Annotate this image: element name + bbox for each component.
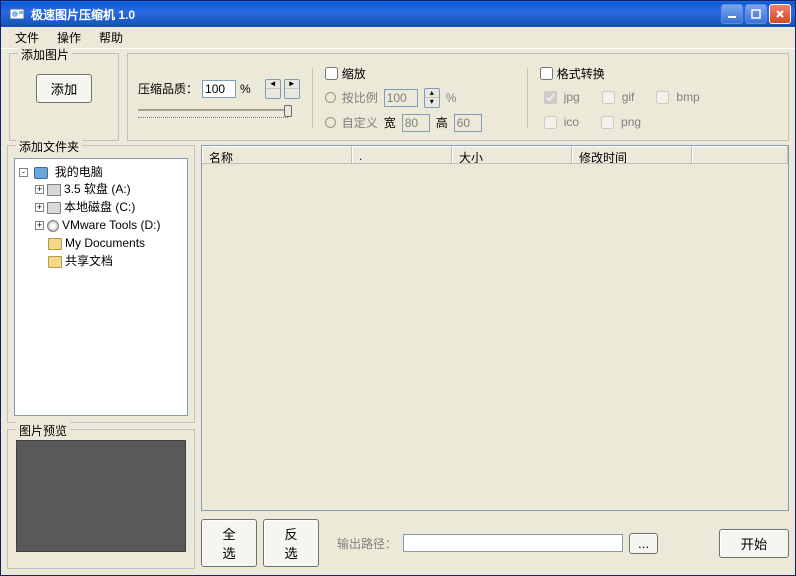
- maximize-button[interactable]: [745, 4, 767, 24]
- menu-action[interactable]: 操作: [49, 27, 89, 48]
- computer-icon: [34, 167, 48, 179]
- preview-group: 图片预览: [7, 429, 195, 569]
- minimize-button[interactable]: [721, 4, 743, 24]
- ratio-label: 按比例: [342, 89, 378, 106]
- bmp-option: bmp: [652, 88, 699, 107]
- scale-check-label: 缩放: [342, 65, 366, 82]
- folder-legend: 添加文件夹: [16, 138, 82, 155]
- tree-mydocs[interactable]: My Documents: [35, 234, 185, 252]
- list-header: 名称 . 大小 修改时间: [202, 146, 788, 164]
- separator: [312, 68, 313, 128]
- png-option: png: [597, 113, 641, 132]
- tree-localc[interactable]: +本地磁盘 (C:): [35, 198, 185, 216]
- app-icon: [9, 6, 25, 22]
- quality-percent: %: [240, 82, 251, 96]
- top-row: 添加图片 添加 压缩品质： % ◄ ▾: [7, 53, 789, 141]
- height-label: 高: [436, 114, 448, 131]
- scale-section: 缩放 按比例 ▴▾ % 自定义 宽 高: [325, 65, 515, 132]
- output-path-input[interactable]: [403, 534, 623, 552]
- expand-icon[interactable]: +: [35, 221, 44, 230]
- cd-icon: [47, 220, 59, 232]
- ratio-input: [384, 89, 418, 107]
- folder-icon: [48, 256, 62, 268]
- col-filler: [692, 146, 788, 163]
- tree-vm[interactable]: +VMware Tools (D:): [35, 216, 185, 234]
- menu-help[interactable]: 帮助: [91, 27, 131, 48]
- output-path-label: 输出路径：: [337, 535, 397, 552]
- collapse-icon[interactable]: -: [19, 168, 28, 177]
- scale-checkbox[interactable]: 缩放: [325, 65, 515, 82]
- tree-root[interactable]: - 我的电脑 +3.5 软盘 (A:) +本地磁盘 (C:) +VMware T…: [19, 163, 185, 271]
- slider-thumb[interactable]: [284, 105, 292, 117]
- ratio-spin: ▴▾: [424, 88, 440, 108]
- add-image-legend: 添加图片: [18, 46, 72, 63]
- custom-radio: [325, 117, 336, 128]
- quality-spin2[interactable]: ► ▾: [284, 79, 300, 99]
- folder-icon: [48, 238, 62, 250]
- quality-spin[interactable]: ◄ ▾: [265, 79, 281, 99]
- spin-left-icon[interactable]: ◄: [266, 80, 280, 89]
- folder-group: 添加文件夹 - 我的电脑 +3.5 软盘 (A:) +本地磁盘 (C:) +VM…: [7, 145, 195, 423]
- col-mtime[interactable]: 修改时间: [572, 146, 692, 163]
- bottom-bar: 全选 反选 输出路径： ... 开始: [201, 517, 789, 569]
- add-button[interactable]: 添加: [36, 74, 93, 103]
- separator2: [527, 68, 528, 128]
- select-all-button[interactable]: 全选: [201, 519, 257, 567]
- col-size[interactable]: 大小: [452, 146, 572, 163]
- spin-right-icon[interactable]: ►: [285, 80, 299, 89]
- jpg-option: jpg: [540, 88, 580, 107]
- ratio-percent: %: [446, 91, 457, 105]
- format-check-label: 格式转换: [557, 65, 605, 82]
- gif-option: gif: [598, 88, 635, 107]
- list-body[interactable]: [202, 164, 788, 510]
- width-input: [402, 114, 430, 132]
- quality-label: 压缩品质：: [138, 80, 198, 97]
- col-name[interactable]: 名称: [202, 146, 352, 163]
- quality-input[interactable]: [202, 80, 236, 98]
- quality-section: 压缩品质： % ◄ ▾ ► ▾: [138, 79, 300, 118]
- floppy-icon: [47, 184, 61, 196]
- app-window: 极速图片压缩机 1.0 文件 操作 帮助 添加图片 添加 压缩品质： %: [0, 0, 796, 576]
- browse-button[interactable]: ...: [629, 533, 658, 554]
- expand-icon[interactable]: +: [35, 203, 44, 212]
- width-label: 宽: [384, 114, 396, 131]
- file-list[interactable]: 名称 . 大小 修改时间: [201, 145, 789, 511]
- menubar: 文件 操作 帮助: [1, 27, 795, 49]
- left-column: 添加文件夹 - 我的电脑 +3.5 软盘 (A:) +本地磁盘 (C:) +VM…: [7, 145, 195, 569]
- ico-option: ico: [540, 113, 579, 132]
- middle-row: 添加文件夹 - 我的电脑 +3.5 软盘 (A:) +本地磁盘 (C:) +VM…: [7, 145, 789, 569]
- height-input: [454, 114, 482, 132]
- ratio-radio: [325, 92, 336, 103]
- tree-floppy[interactable]: +3.5 软盘 (A:): [35, 180, 185, 198]
- scale-check-input[interactable]: [325, 67, 338, 80]
- close-button[interactable]: [769, 4, 791, 24]
- titlebar: 极速图片压缩机 1.0: [1, 1, 795, 27]
- tree-shared[interactable]: 共享文档: [35, 252, 185, 270]
- expand-icon[interactable]: +: [35, 185, 44, 194]
- client-area: 添加图片 添加 压缩品质： % ◄ ▾: [1, 49, 795, 575]
- invert-select-button[interactable]: 反选: [263, 519, 319, 567]
- format-checkbox[interactable]: 格式转换: [540, 65, 778, 82]
- folder-tree[interactable]: - 我的电脑 +3.5 软盘 (A:) +本地磁盘 (C:) +VMware T…: [14, 158, 188, 416]
- options-panel: 压缩品质： % ◄ ▾ ► ▾: [127, 53, 789, 141]
- preview-legend: 图片预览: [16, 422, 70, 439]
- right-column: 名称 . 大小 修改时间 全选 反选 输出路径： ...: [201, 145, 789, 569]
- format-check-input[interactable]: [540, 67, 553, 80]
- col-dot[interactable]: .: [352, 146, 452, 163]
- start-button[interactable]: 开始: [719, 529, 789, 558]
- custom-label: 自定义: [342, 114, 378, 131]
- menu-file[interactable]: 文件: [7, 27, 47, 48]
- preview-canvas: [16, 440, 186, 552]
- quality-slider[interactable]: [138, 105, 300, 118]
- format-section: 格式转换 jpg gif bmp ico png: [540, 65, 778, 132]
- tree-root-label: 我的电脑: [55, 165, 103, 179]
- window-title: 极速图片压缩机 1.0: [29, 6, 719, 23]
- add-image-group: 添加图片 添加: [9, 53, 119, 141]
- hdd-icon: [47, 202, 61, 214]
